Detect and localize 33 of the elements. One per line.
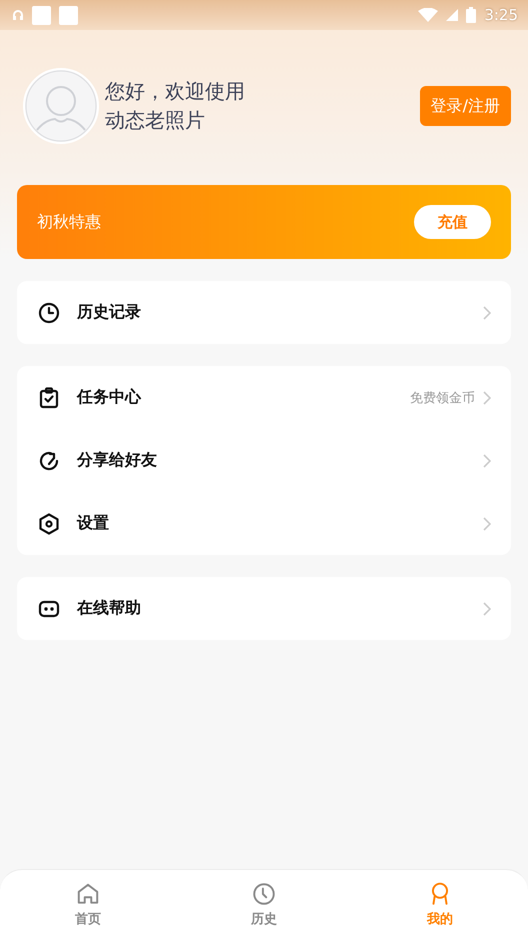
signal-icon <box>446 9 458 21</box>
chevron-right-icon <box>483 516 491 530</box>
menu-item[interactable]: 分享给好友 <box>17 429 511 492</box>
app-name-text: 动态老照片 <box>105 107 206 134</box>
clipboard-check-icon <box>37 386 61 410</box>
notification-icon <box>59 6 78 24</box>
chevron-right-icon <box>483 390 491 404</box>
promo-title: 初秋特惠 <box>37 212 101 232</box>
tab-label: 我的 <box>427 911 453 928</box>
menu-item[interactable]: 设置 <box>17 492 511 555</box>
headphones-icon <box>12 9 24 21</box>
menu-label: 设置 <box>77 513 110 534</box>
battery-icon <box>466 7 476 23</box>
notification-icon <box>32 6 51 24</box>
menu-label: 任务中心 <box>77 387 142 408</box>
chevron-right-icon <box>483 306 491 320</box>
greeting-text: 您好，欢迎使用 <box>105 78 246 105</box>
tab-label: 首页 <box>75 911 101 928</box>
menu-label: 在线帮助 <box>77 598 142 619</box>
chevron-right-icon <box>483 602 491 616</box>
clock-icon <box>37 300 61 324</box>
menu-item[interactable]: 任务中心 免费领金币 <box>17 366 511 429</box>
menu-label: 历史记录 <box>77 302 142 323</box>
menu-item[interactable]: 在线帮助 <box>17 577 511 640</box>
menu-hint: 免费领金币 <box>410 390 475 406</box>
tab-label: 历史 <box>251 911 277 928</box>
menu-item[interactable]: 历史记录 <box>17 281 511 344</box>
wifi-icon <box>418 8 438 22</box>
chevron-right-icon <box>483 454 491 468</box>
settings-icon <box>37 512 61 536</box>
status-time: 3:25 <box>484 6 518 24</box>
clock-icon <box>251 881 277 907</box>
menu-label: 分享给好友 <box>77 450 158 471</box>
